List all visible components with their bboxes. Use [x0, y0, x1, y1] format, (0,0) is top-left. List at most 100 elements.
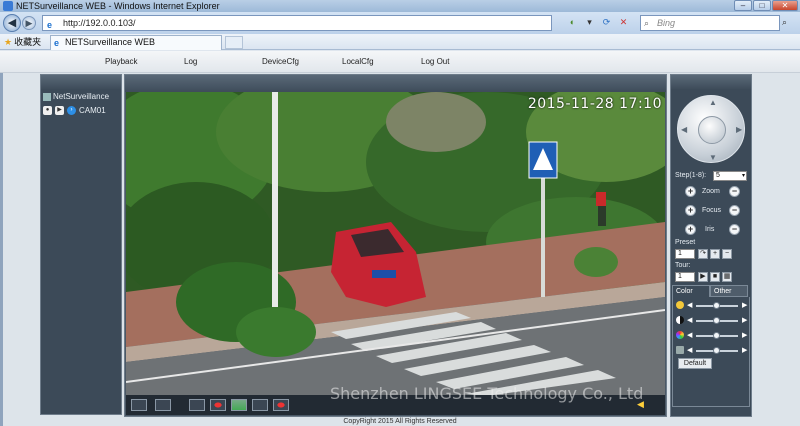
- device-tree-panel: NetSurveillance ● ▶ › CAM01: [40, 74, 122, 415]
- ptz-center-button[interactable]: [698, 116, 726, 144]
- focus-in-button[interactable]: +: [685, 205, 696, 216]
- tour-input[interactable]: 1: [675, 272, 695, 282]
- focus-out-button[interactable]: −: [729, 205, 740, 216]
- tour-stop-icon[interactable]: ■: [710, 272, 720, 282]
- ptz-down-icon[interactable]: ▼: [709, 153, 717, 162]
- search-input[interactable]: ⌕ Bing: [640, 15, 780, 31]
- stop-icon[interactable]: ✕: [617, 16, 630, 29]
- ptz-up-icon[interactable]: ▲: [709, 98, 717, 107]
- snapshot-icon[interactable]: [189, 399, 205, 411]
- camera-label: CAM01: [79, 106, 106, 115]
- fullscreen-icon[interactable]: [131, 399, 147, 411]
- talk-icon[interactable]: [252, 399, 268, 411]
- ptz-right-icon[interactable]: ▶: [736, 125, 742, 134]
- menu-devicecfg[interactable]: DeviceCfg: [262, 57, 299, 66]
- play-icon[interactable]: ▶: [55, 106, 64, 115]
- tree-camera-item[interactable]: ● ▶ › CAM01: [43, 106, 106, 115]
- brightness-slider[interactable]: ◀ ▶: [676, 301, 748, 311]
- hue-decrease-icon[interactable]: ◀: [687, 346, 692, 354]
- default-button[interactable]: Default: [678, 358, 712, 369]
- iris-in-button[interactable]: +: [685, 224, 696, 235]
- tab-other[interactable]: Other: [710, 285, 748, 297]
- minimize-button[interactable]: –: [734, 0, 752, 11]
- live-video[interactable]: 2015-11-28 17:10: [126, 92, 665, 396]
- browser-tab[interactable]: e NETSurveillance WEB: [50, 35, 222, 50]
- focus-label: Focus: [702, 207, 722, 214]
- contrast-thumb[interactable]: [713, 317, 720, 324]
- page-gutter: [0, 51, 3, 426]
- hue-slider[interactable]: ◀ ▶: [676, 346, 748, 356]
- new-tab-button[interactable]: [225, 36, 243, 49]
- window-titlebar: NETSurveillance WEB - Windows Internet E…: [0, 0, 800, 12]
- preset-remove-icon[interactable]: −: [722, 249, 732, 259]
- step-label: Step(1-8):: [675, 172, 707, 179]
- video-frame: 2015-11-28 17:10 ◀: [124, 74, 667, 417]
- iris-out-button[interactable]: −: [729, 224, 740, 235]
- address-toolbar: ◀ ▶ e http://192.0.0.103/ ◐ ▾ ⟳ ✕ ⌕ Bing…: [0, 12, 800, 34]
- dropdown-icon[interactable]: ▾: [583, 16, 596, 29]
- top-menu: Playback Log DeviceCfg LocalCfg Log Out: [0, 51, 800, 73]
- record-icon[interactable]: ●: [43, 106, 52, 115]
- iris-label: Iris: [705, 226, 715, 233]
- favorites-label: 收藏夹: [14, 37, 42, 47]
- device-tree-header: [41, 75, 121, 89]
- back-button[interactable]: ◀: [3, 14, 21, 32]
- maximize-button[interactable]: □: [753, 0, 771, 11]
- address-tools: ◐ ▾ ⟳ ✕: [566, 16, 630, 29]
- window-mode-icon[interactable]: [155, 399, 171, 411]
- favorites-bar: ★ 收藏夹 e NETSurveillance WEB: [0, 34, 800, 50]
- forward-button[interactable]: ▶: [22, 16, 36, 30]
- tour-grid-icon[interactable]: ▦: [722, 272, 732, 282]
- preset-add-icon[interactable]: +: [710, 249, 720, 259]
- brightness-decrease-icon[interactable]: ◀: [687, 301, 692, 309]
- preset-goto-icon[interactable]: ↷: [698, 249, 708, 259]
- menu-logout[interactable]: Log Out: [421, 57, 449, 66]
- refresh-icon[interactable]: ⟳: [600, 16, 613, 29]
- color-tabs: Color Other: [672, 285, 750, 297]
- address-input[interactable]: e http://192.0.0.103/: [42, 15, 552, 31]
- tour-play-icon[interactable]: ▶: [698, 272, 708, 282]
- ie-page-icon: e: [47, 20, 53, 30]
- copyright-text: CopyRight 2015 All Rights Reserved: [343, 418, 457, 425]
- tree-root[interactable]: NetSurveillance: [43, 92, 109, 101]
- zoom-in-button[interactable]: +: [685, 186, 696, 197]
- menu-playback[interactable]: Playback: [105, 57, 137, 66]
- record-button-icon[interactable]: [210, 399, 226, 411]
- search-go-icon[interactable]: ⌕: [782, 17, 787, 28]
- menu-localcfg[interactable]: LocalCfg: [342, 57, 374, 66]
- hue-increase-icon[interactable]: ▶: [742, 346, 747, 354]
- camera-scene: [126, 92, 665, 396]
- tour-label: Tour:: [675, 262, 691, 269]
- brightness-increase-icon[interactable]: ▶: [742, 301, 747, 309]
- tab-color[interactable]: Color: [672, 285, 710, 297]
- contrast-increase-icon[interactable]: ▶: [742, 316, 747, 324]
- ptz-panel: ▲ ▼ ◀ ▶ Step(1-8): 5 ▾ + Zoom − + Focus −…: [670, 74, 752, 417]
- ptz-direction-pad[interactable]: ▲ ▼ ◀ ▶: [677, 95, 745, 163]
- hue-icon: [676, 346, 684, 354]
- web-page: Playback Log DeviceCfg LocalCfg Log Out …: [0, 51, 800, 426]
- hue-thumb[interactable]: [713, 347, 720, 354]
- star-icon: ★: [4, 37, 13, 47]
- camera-icon[interactable]: ›: [67, 106, 76, 115]
- saturation-thumb[interactable]: [713, 332, 720, 339]
- contrast-decrease-icon[interactable]: ◀: [687, 316, 692, 324]
- contrast-slider[interactable]: ◀ ▶: [676, 316, 748, 326]
- ptz-left-icon[interactable]: ◀: [681, 125, 687, 134]
- compat-icon[interactable]: ◐: [566, 16, 579, 29]
- zoom-label: Zoom: [702, 188, 720, 195]
- search-placeholder: Bing: [657, 18, 676, 28]
- menu-log[interactable]: Log: [184, 57, 197, 66]
- stop-record-icon[interactable]: [273, 399, 289, 411]
- tab-title: NETSurveillance WEB: [65, 37, 156, 47]
- brightness-icon: [676, 301, 684, 309]
- step-select[interactable]: 5 ▾: [713, 171, 747, 181]
- saturation-decrease-icon[interactable]: ◀: [687, 331, 692, 339]
- saturation-increase-icon[interactable]: ▶: [742, 331, 747, 339]
- image-icon[interactable]: [231, 399, 247, 411]
- preset-input[interactable]: 1: [675, 249, 695, 259]
- zoom-out-button[interactable]: −: [729, 186, 740, 197]
- saturation-slider[interactable]: ◀ ▶: [676, 331, 748, 341]
- close-button[interactable]: ✕: [772, 0, 798, 11]
- favorites-button[interactable]: ★ 收藏夹: [4, 36, 41, 48]
- brightness-thumb[interactable]: [713, 302, 720, 309]
